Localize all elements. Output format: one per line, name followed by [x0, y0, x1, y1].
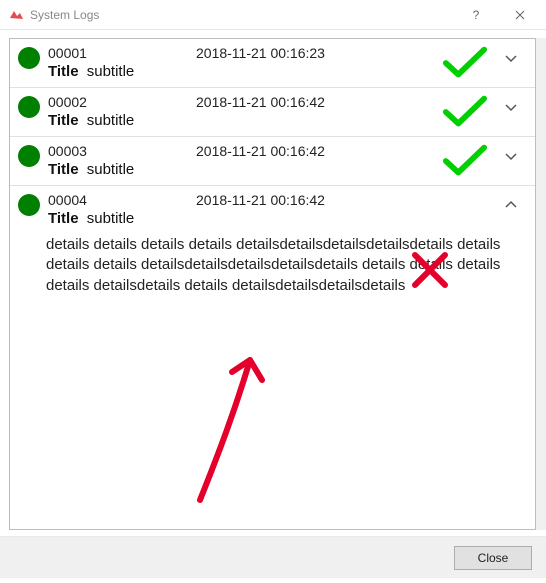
help-button[interactable]: ?	[454, 1, 498, 29]
log-list: 00001 Title subtitle 2018-11-21 00:16:23…	[10, 39, 535, 529]
app-icon	[8, 7, 24, 23]
log-timestamp: 2018-11-21 00:16:42	[196, 143, 433, 159]
log-subtitle: subtitle	[87, 63, 135, 80]
close-button-label: Close	[478, 551, 509, 565]
log-title-line: Title subtitle	[48, 161, 196, 178]
log-id: 00001	[48, 45, 196, 61]
expand-toggle[interactable]	[497, 94, 525, 114]
log-title: Title	[48, 112, 79, 129]
chevron-down-icon	[504, 51, 518, 65]
log-timestamp: 2018-11-21 00:16:42	[196, 94, 433, 110]
log-row[interactable]: 00001 Title subtitle 2018-11-21 00:16:23	[10, 39, 535, 88]
log-row[interactable]: 00002 Title subtitle 2018-11-21 00:16:42	[10, 88, 535, 137]
status-dot-icon	[18, 96, 40, 118]
chevron-down-icon	[504, 100, 518, 114]
status-dot-icon	[18, 145, 40, 167]
log-title-line: Title subtitle	[48, 210, 196, 227]
window-title: System Logs	[30, 8, 454, 22]
log-subtitle: subtitle	[87, 210, 135, 227]
log-title: Title	[48, 210, 79, 227]
scrollbar[interactable]	[536, 38, 546, 530]
log-subtitle: subtitle	[87, 112, 135, 129]
collapse-toggle[interactable]	[497, 192, 525, 212]
log-subtitle: subtitle	[87, 161, 135, 178]
close-button[interactable]: Close	[454, 546, 532, 570]
log-row[interactable]: 00004 Title subtitle 2018-11-21 00:16:42…	[10, 186, 535, 302]
log-id: 00003	[48, 143, 196, 159]
log-timestamp: 2018-11-21 00:16:42	[196, 192, 433, 208]
expand-toggle[interactable]	[497, 143, 525, 163]
log-details: details details details details detailsd…	[46, 235, 525, 296]
log-main: 00004 Title subtitle	[46, 192, 196, 227]
window-close-button[interactable]	[498, 1, 542, 29]
help-icon: ?	[473, 8, 480, 22]
log-timestamp: 2018-11-21 00:16:23	[196, 45, 433, 61]
status-check-icon	[433, 45, 497, 81]
log-main: 00002 Title subtitle	[46, 94, 196, 129]
status-dot-icon	[18, 47, 40, 69]
log-title-line: Title subtitle	[48, 63, 196, 80]
close-icon	[515, 10, 525, 20]
status-check-icon	[433, 94, 497, 130]
log-id: 00002	[48, 94, 196, 110]
log-title: Title	[48, 63, 79, 80]
log-panel: 00001 Title subtitle 2018-11-21 00:16:23…	[9, 38, 536, 530]
titlebar: System Logs ?	[0, 0, 546, 30]
log-row[interactable]: 00003 Title subtitle 2018-11-21 00:16:42	[10, 137, 535, 186]
expand-toggle[interactable]	[497, 45, 525, 65]
log-title: Title	[48, 161, 79, 178]
log-id: 00004	[48, 192, 196, 208]
log-main: 00001 Title subtitle	[46, 45, 196, 80]
chevron-down-icon	[504, 149, 518, 163]
status-check-icon	[433, 143, 497, 179]
status-dot-icon	[18, 194, 40, 216]
chevron-up-icon	[504, 198, 518, 212]
log-title-line: Title subtitle	[48, 112, 196, 129]
dialog-footer: Close	[0, 536, 546, 578]
log-main: 00003 Title subtitle	[46, 143, 196, 178]
